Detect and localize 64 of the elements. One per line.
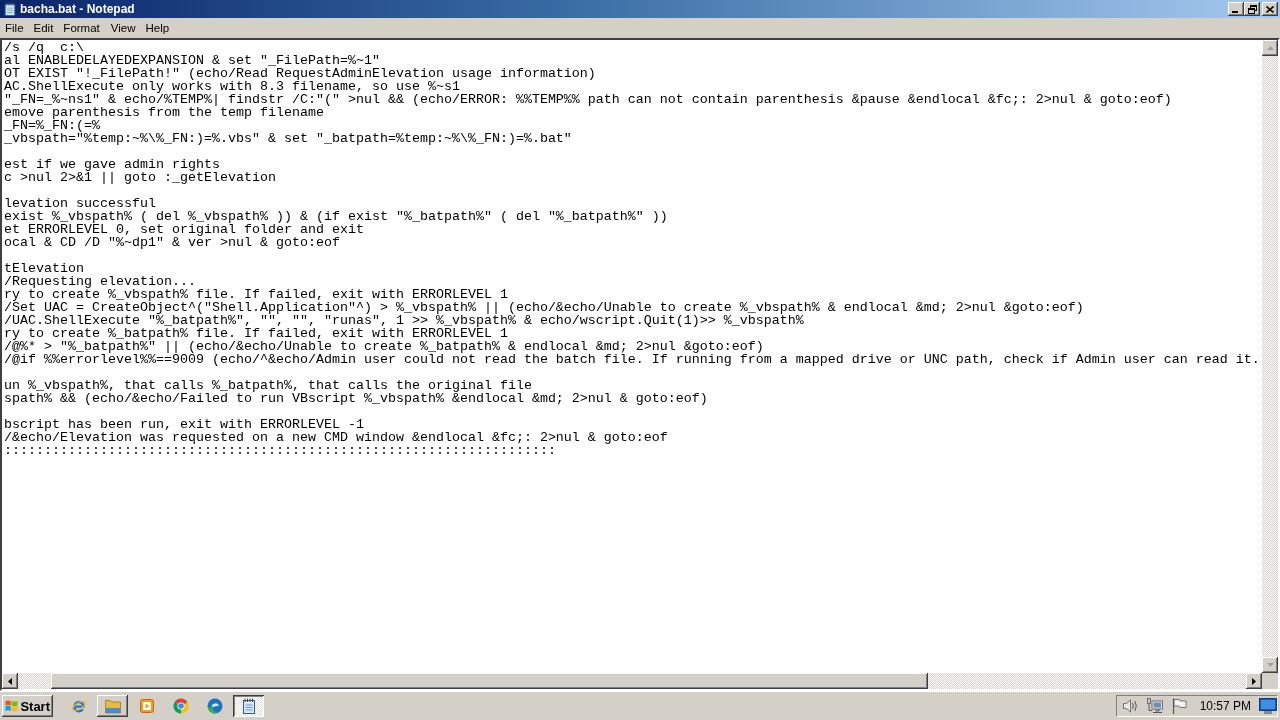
text-line: levation successful (4, 197, 156, 210)
play-icon[interactable] (139, 699, 154, 713)
text-line: /@if %%errorlevel%%==9009 (echo/^&echo/Admin user could not read the batch file. If running from a mapped drive or UNC path, check if Admin user can read it. (4, 353, 1260, 366)
text-line: AC.ShellExecute only works with 8.3 filename, so use %~s1 (4, 80, 460, 93)
menu-item[interactable]: File (0, 22, 29, 34)
circle-segments-icon[interactable] (172, 698, 189, 714)
text-line: /Set UAC = CreateObject^("Shell.Application"^) > %_vbspath% || (echo/&echo/Unable to create %_vbspath% & endlocal &md; 2>nul &goto:eof) (4, 301, 1084, 314)
down-arrow-icon (1266, 663, 1274, 667)
text-line: OT EXIST "!_FilePath!" (echo/Read RequestAdminElevation usage information) (4, 67, 596, 80)
minimize-button[interactable] (1228, 2, 1244, 16)
taskbar-button[interactable] (233, 695, 264, 717)
notepad-icon (240, 698, 257, 714)
text-line: _FN=%_FN:(=% (4, 119, 100, 132)
wave-circle-icon[interactable] (206, 698, 223, 714)
close-icon (1266, 5, 1274, 13)
computer-icon (1146, 698, 1163, 714)
text-line: ry to create %_vbspath% file. If failed, exit with ERRORLEVEL 1 (4, 288, 508, 301)
scroll-left-button[interactable] (2, 673, 18, 689)
text-line: /s /q c:\ (4, 41, 84, 54)
taskbar-button[interactable] (97, 695, 128, 717)
text-line: et ERRORLEVEL 0, set original folder and exit (4, 223, 364, 236)
menu-item[interactable]: Help (140, 22, 175, 34)
monitor-icon[interactable] (1259, 698, 1277, 714)
left-arrow-icon (8, 677, 12, 685)
text-line: un %_vbspath%, that calls %_batpath%, that calls the original file (4, 379, 532, 392)
speaker-icon (1121, 698, 1138, 714)
text-line: /UAC.ShellExecute "%_batpath%", "", "", "runas", 1 >> %_vbspath% & echo/wscript.Quit(1)>> %_vbspath% (4, 314, 804, 327)
e-globe-icon[interactable] (70, 698, 87, 714)
text-line: emove parenthesis from the temp filename (4, 106, 324, 119)
text-line: /@%* > "%_batpath%" || (echo/&echo/Unable to create %_batpath% & endlocal &md; 2>nul &goto:eof) (4, 340, 764, 353)
text-line: _vbspath="%temp:~%\%_FN:)=%.vbs" & set "_batpath=%temp:~%\%_FN:)=%.bat" (4, 132, 572, 145)
text-line: tElevation (4, 262, 84, 275)
restore-button[interactable] (1244, 2, 1260, 16)
text-line: /&echo/Elevation was requested on a new CMD window &endlocal &fc;: 2>nul & goto:eof (4, 431, 668, 444)
text-area[interactable] (2, 40, 1262, 673)
restore-icon (1247, 4, 1257, 14)
up-arrow-icon (1266, 46, 1274, 50)
text-line: exist %_vbspath% ( del %_vbspath% )) & (if exist "%_batpath%" ( del "%_batpath%" )) (4, 210, 668, 223)
right-arrow-icon (1252, 677, 1256, 685)
close-button[interactable] (1262, 2, 1278, 16)
menu-item[interactable]: Format (58, 22, 105, 34)
start-button[interactable]: Start (2, 695, 53, 717)
text-line: bscript has been run, exit with ERRORLEVEL -1 (4, 418, 364, 431)
text-line: ry to create %_batpath% file. If failed, exit with ERRORLEVEL 1 (4, 327, 508, 340)
flag-icon (1170, 698, 1187, 714)
scroll-right-button[interactable] (1246, 673, 1262, 689)
minimize-icon (1232, 11, 1238, 13)
text-line: /Requesting elevation... (4, 275, 196, 288)
text-line: c >nul 2>&1 || goto :_getElevation (4, 171, 276, 184)
text-line: est if we gave admin rights (4, 158, 220, 171)
folder-icon (104, 698, 121, 714)
text-line: al ENABLEDELAYEDEXPANSION & set "_FilePath=%~1" (4, 54, 380, 67)
text-line: ::::::::::::::::::::::::::::::::::::::::::::::::::::::::::::::::::::: (4, 444, 556, 457)
menu-item[interactable]: View (105, 22, 141, 34)
window-title: bacha.bat - Notepad (20, 2, 136, 16)
wavy-flag-icon (5, 699, 19, 713)
clock[interactable]: 10:57 PM (1199, 699, 1251, 713)
horizontal-scrollbar[interactable] (2, 673, 1262, 689)
text-line: spath% && (echo/&echo/Failed to run VBscript %_vbspath% &endlocal &md; 2>nul & goto:eof) (4, 392, 708, 405)
menu-item[interactable]: Edit (28, 22, 59, 34)
notepad-icon (3, 2, 17, 16)
text-line: "_FN=_%~ns1" & echo/%TEMP%| findstr /C:"(" >nul && (echo/ERROR: %%TEMP%% path can not contain parenthesis &pause &endlocal &fc;: 2>nul & goto:eof) (4, 93, 1172, 106)
scroll-thumb[interactable] (51, 673, 928, 689)
text-line: ocal & CD /D "%~dp1" & ver >nul & goto:eof (4, 236, 340, 249)
